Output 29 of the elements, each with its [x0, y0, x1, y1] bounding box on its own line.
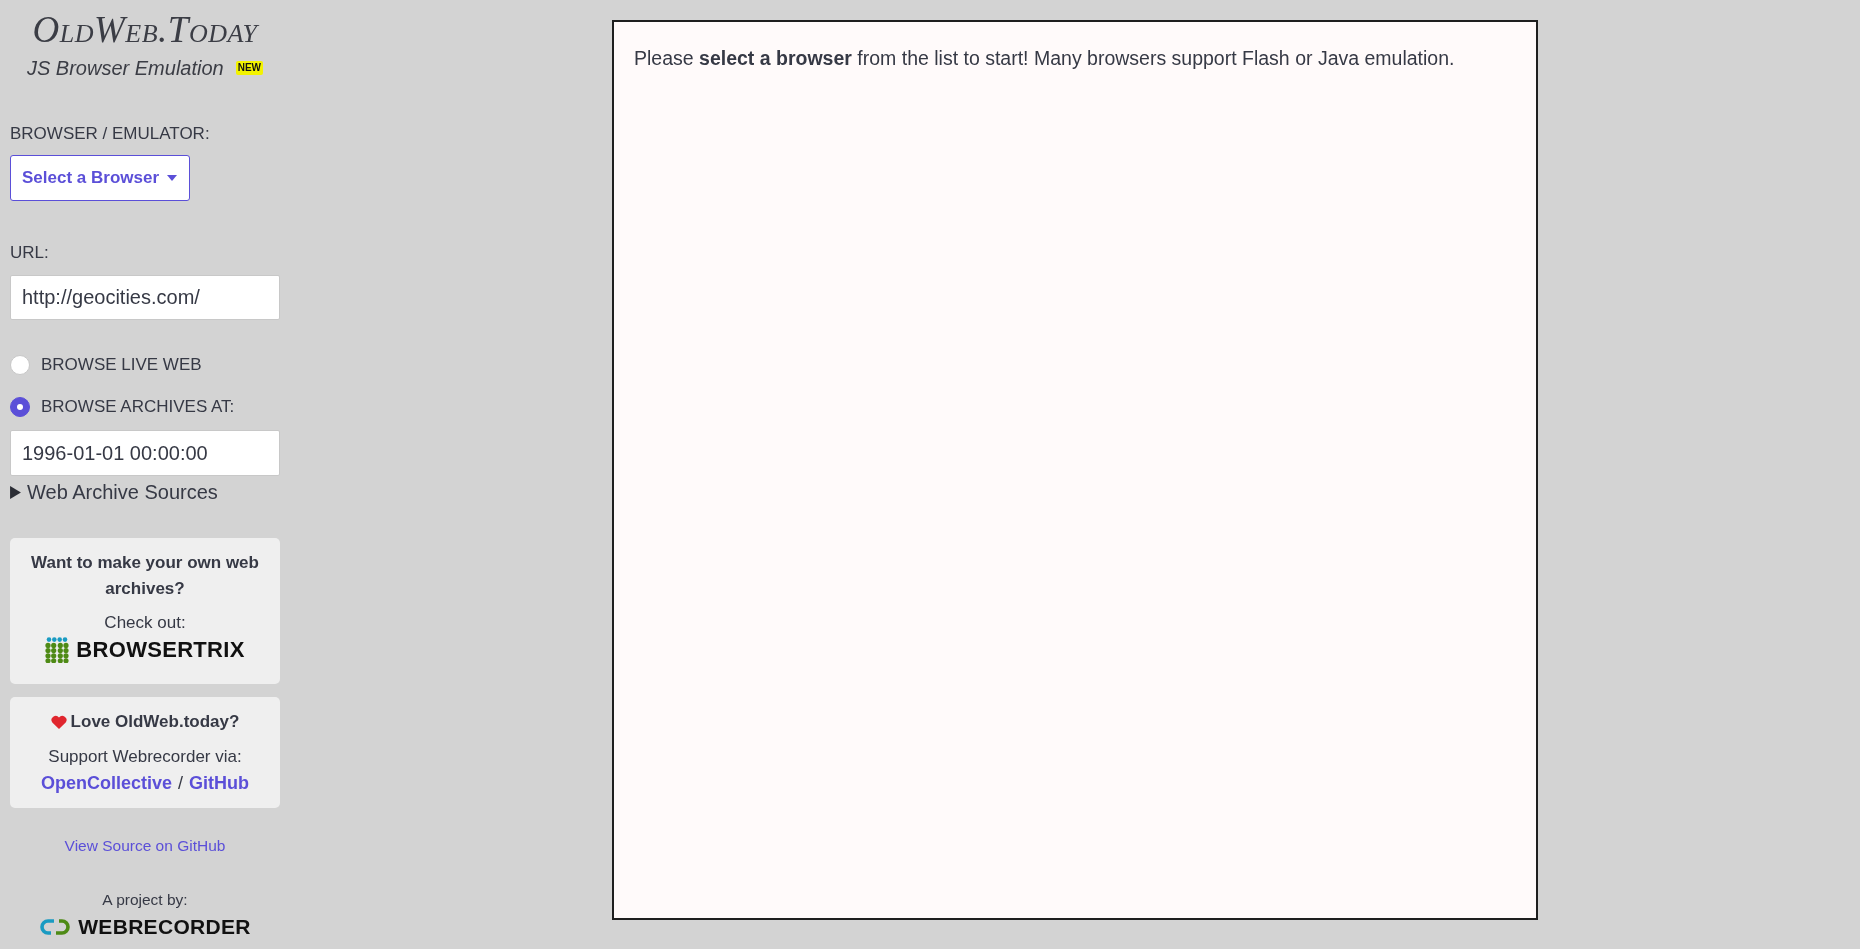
timestamp-field[interactable]: 1996-01-01 00:00:00 [10, 430, 280, 476]
promo-text: Check out: [104, 612, 186, 634]
promo-heading: Want to make your own web archives? [30, 552, 260, 600]
brand-wordmark: WEBRECORDER [78, 914, 251, 940]
field-label: URL: [10, 242, 49, 264]
site-logo-title: OldWeb.Today [32, 10, 258, 50]
url-field[interactable]: http://geocities.com/ [10, 275, 280, 320]
new-badge: NEW [235, 61, 264, 75]
field-label: BROWSER / EMULATOR: [10, 123, 210, 145]
instruction-text: Please select a browser from the list to start! Many browsers support Flash or Java emulation. [634, 46, 1456, 71]
source-link[interactable]: View Source on GitHub [64, 836, 226, 856]
link-separator: / [178, 772, 184, 795]
support-link[interactable]: OpenCollective [40, 770, 172, 796]
radio-button[interactable] [10, 355, 30, 375]
brand-wordmark: BROWSERTRIX [76, 636, 245, 664]
site-subtitle: JS Browser Emulation [26, 56, 224, 81]
browser-dropdown-button[interactable]: Select a Browser [10, 155, 190, 201]
heart-icon [50, 715, 67, 729]
support-link[interactable]: GitHub [189, 770, 250, 796]
caret-icon [167, 175, 177, 181]
radio-button[interactable] [10, 397, 30, 417]
project-credit: A project by: [102, 890, 188, 910]
archive-sources-toggle[interactable]: Web Archive Sources [10, 479, 218, 505]
chain-link-icon [39, 917, 72, 937]
support-text: Support Webrecorder via: [48, 746, 242, 768]
radio-label: BROWSE ARCHIVES AT: [41, 396, 235, 418]
support-heading: Love OldWeb.today? [70, 711, 240, 733]
radio-label: BROWSE LIVE WEB [41, 354, 202, 376]
dot-grid-icon [45, 637, 70, 663]
